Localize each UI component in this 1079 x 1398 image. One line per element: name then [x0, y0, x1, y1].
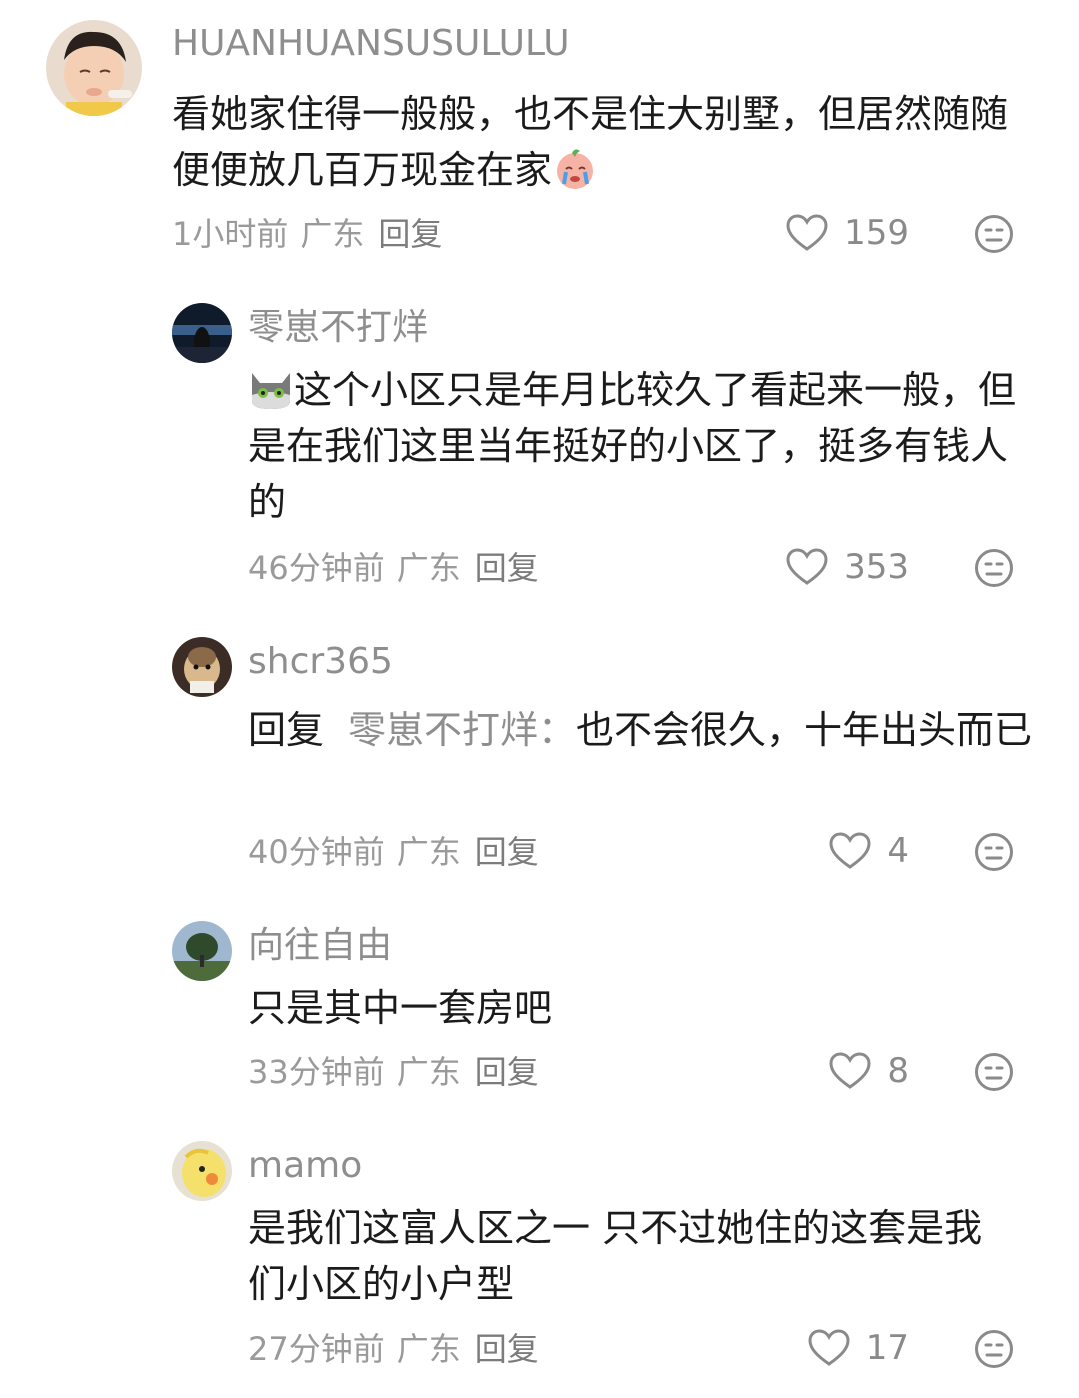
heart-icon	[786, 214, 828, 251]
comment-time: 27分钟前	[248, 1330, 385, 1368]
reply-button[interactable]: 回复	[378, 215, 442, 253]
comment-text-content: 这个小区只是年月比较久了看起来一般，但是在我们这里当年挺好的小区了，挺多有钱人的	[248, 368, 1017, 524]
like-count: 353	[844, 547, 909, 587]
comment-text-content: 也不会很久，十年出头而已	[576, 708, 1033, 752]
like-count: 8	[887, 1051, 909, 1091]
comment-time: 40分钟前	[248, 833, 385, 871]
comment-location: 广东	[396, 1330, 461, 1368]
reply-button[interactable]: 回复	[475, 1053, 539, 1091]
dislike-face-icon[interactable]	[974, 214, 1014, 254]
username[interactable]: mamo	[248, 1144, 362, 1188]
comment-time: 1小时前	[172, 215, 289, 253]
comment-location: 广东	[396, 1053, 461, 1091]
comment-text: 看她家住得一般般，也不是住大别墅，但居然随随便便放几百万现金在家	[172, 86, 1032, 198]
comment-location: 广东	[396, 549, 461, 587]
username[interactable]: 向往自由	[248, 924, 392, 968]
avatar[interactable]	[172, 303, 232, 363]
username[interactable]: shcr365	[248, 640, 393, 684]
comment-location: 广东	[300, 215, 365, 253]
reply-target-username[interactable]: 零崽不打烊：	[348, 708, 576, 752]
reply-button[interactable]: 回复	[475, 1330, 539, 1368]
dislike-face-icon[interactable]	[974, 548, 1014, 588]
dislike-face-icon[interactable]	[974, 832, 1014, 872]
heart-icon	[829, 832, 871, 869]
comment-meta: 27分钟前 广东 回复	[248, 1329, 539, 1369]
comment-text: 只是其中一套房吧	[248, 980, 1018, 1036]
username[interactable]: 零崽不打烊	[248, 306, 428, 350]
comment-text: 这个小区只是年月比较久了看起来一般，但是在我们这里当年挺好的小区了，挺多有钱人的	[248, 362, 1018, 530]
comment-text-content: 是我们这富人区之一 只不过她住的这套是我们小区的小户型	[248, 1206, 983, 1306]
reply-prefix: 回复	[248, 708, 325, 752]
crying-peach-emoji	[552, 145, 598, 191]
cat-emoji	[248, 365, 294, 411]
comment-text: 是我们这富人区之一 只不过她住的这套是我们小区的小户型	[248, 1200, 1018, 1312]
avatar[interactable]	[46, 20, 142, 116]
comment-meta: 33分钟前 广东 回复	[248, 1052, 539, 1092]
comment-meta: 1小时前 广东 回复	[172, 214, 442, 254]
dislike-face-icon[interactable]	[974, 1052, 1014, 1092]
comment-meta: 40分钟前 广东 回复	[248, 832, 539, 872]
avatar[interactable]	[172, 637, 232, 697]
like-button[interactable]: 4	[829, 828, 909, 874]
avatar[interactable]	[172, 921, 232, 981]
dislike-face-icon[interactable]	[974, 1329, 1014, 1369]
comment-meta: 46分钟前 广东 回复	[248, 548, 539, 588]
heart-icon	[786, 548, 828, 585]
avatar[interactable]	[172, 1141, 232, 1201]
like-count: 4	[887, 831, 909, 871]
heart-icon	[808, 1329, 850, 1366]
like-button[interactable]: 353	[786, 544, 909, 590]
comment-text-content: 只是其中一套房吧	[248, 986, 553, 1030]
heart-icon	[829, 1052, 871, 1089]
username[interactable]: HUANHUANSUSULULU	[172, 22, 570, 66]
reply-button[interactable]: 回复	[475, 833, 539, 871]
comment-time: 46分钟前	[248, 549, 385, 587]
like-button[interactable]: 8	[829, 1048, 909, 1094]
comment-text: 回复 零崽不打烊：也不会很久，十年出头而已	[248, 702, 1038, 758]
like-button[interactable]: 159	[786, 210, 909, 256]
comment-location: 广东	[396, 833, 461, 871]
comment-time: 33分钟前	[248, 1053, 385, 1091]
like-count: 159	[844, 213, 909, 253]
reply-button[interactable]: 回复	[475, 549, 539, 587]
like-count: 17	[865, 1328, 909, 1368]
like-button[interactable]: 17	[808, 1325, 909, 1371]
